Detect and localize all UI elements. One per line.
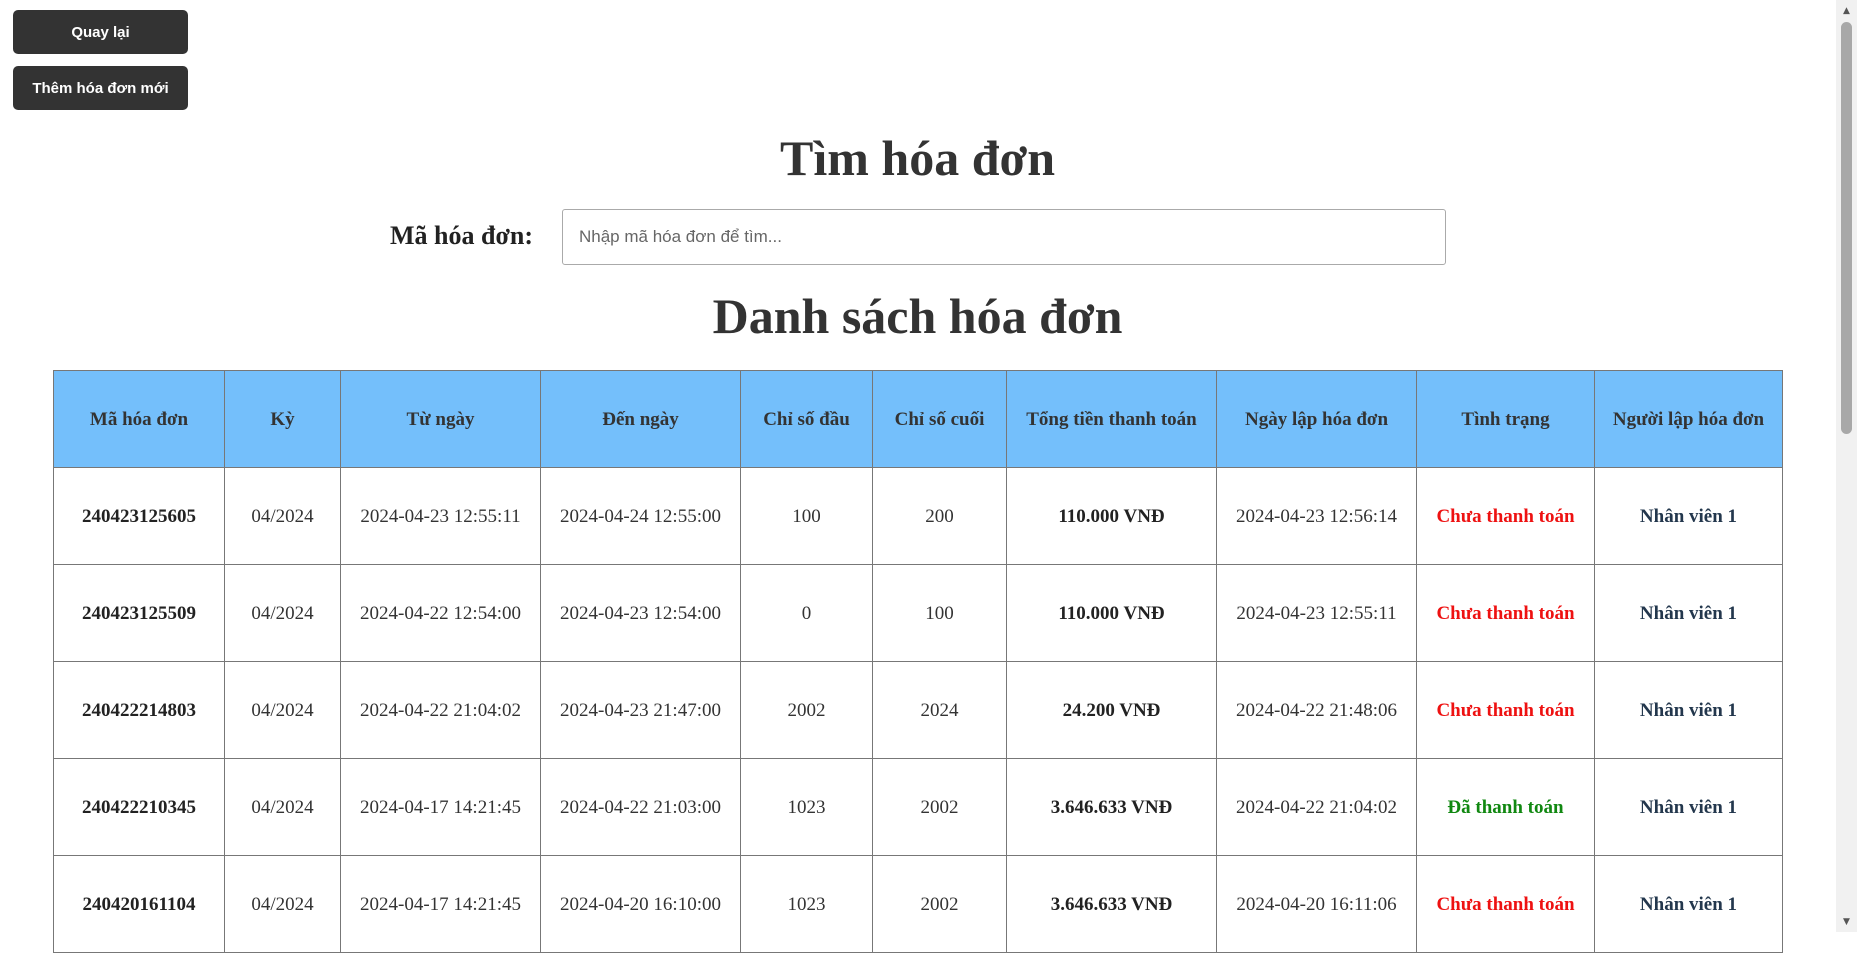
cell-start-reading: 1023 xyxy=(740,855,873,953)
cell-total: 3.646.633 VNĐ xyxy=(1006,855,1217,953)
col-header-status: Tình trạng xyxy=(1416,370,1595,468)
cell-creator: Nhân viên 1 xyxy=(1594,564,1783,662)
cell-period: 04/2024 xyxy=(224,855,341,953)
col-header-total: Tổng tiền thanh toán xyxy=(1006,370,1217,468)
cell-start-reading: 0 xyxy=(740,564,873,662)
invoice-table: Mã hóa đơn Kỳ Từ ngày Đến ngày Chỉ số đầ… xyxy=(53,370,1783,953)
cell-to-date: 2024-04-22 21:03:00 xyxy=(540,758,741,856)
cell-from-date: 2024-04-23 12:55:11 xyxy=(340,467,541,565)
invoice-list-title: Danh sách hóa đơn xyxy=(712,288,1123,344)
cell-start-reading: 2002 xyxy=(740,661,873,759)
cell-status: Chưa thanh toán xyxy=(1416,661,1595,759)
table-row[interactable]: 240420161104 04/2024 2024-04-17 14:21:45… xyxy=(53,855,1783,953)
cell-from-date: 2024-04-22 21:04:02 xyxy=(340,661,541,759)
cell-status: Chưa thanh toán xyxy=(1416,564,1595,662)
cell-created-date: 2024-04-22 21:04:02 xyxy=(1216,758,1417,856)
cell-creator: Nhân viên 1 xyxy=(1594,758,1783,856)
col-header-period: Kỳ xyxy=(224,370,341,468)
col-header-end-reading: Chỉ số cuối xyxy=(872,370,1007,468)
vertical-scrollbar[interactable]: ▲ ▼ xyxy=(1836,0,1857,932)
cell-end-reading: 2024 xyxy=(872,661,1007,759)
cell-created-date: 2024-04-22 21:48:06 xyxy=(1216,661,1417,759)
cell-to-date: 2024-04-24 12:55:00 xyxy=(540,467,741,565)
cell-invoice-id: 240422214803 xyxy=(53,661,225,759)
cell-created-date: 2024-04-23 12:55:11 xyxy=(1216,564,1417,662)
cell-invoice-id: 240423125509 xyxy=(53,564,225,662)
table-row[interactable]: 240423125509 04/2024 2024-04-22 12:54:00… xyxy=(53,564,1783,662)
cell-to-date: 2024-04-23 12:54:00 xyxy=(540,564,741,662)
table-row[interactable]: 240422210345 04/2024 2024-04-17 14:21:45… xyxy=(53,758,1783,856)
cell-from-date: 2024-04-17 14:21:45 xyxy=(340,758,541,856)
cell-total: 24.200 VNĐ xyxy=(1006,661,1217,759)
cell-period: 04/2024 xyxy=(224,564,341,662)
cell-invoice-id: 240423125605 xyxy=(53,467,225,565)
col-header-creator: Người lập hóa đơn xyxy=(1594,370,1783,468)
cell-end-reading: 2002 xyxy=(872,758,1007,856)
cell-creator: Nhân viên 1 xyxy=(1594,855,1783,953)
cell-total: 110.000 VNĐ xyxy=(1006,564,1217,662)
cell-end-reading: 200 xyxy=(872,467,1007,565)
table-header-row: Mã hóa đơn Kỳ Từ ngày Đến ngày Chỉ số đầ… xyxy=(53,370,1783,468)
cell-from-date: 2024-04-22 12:54:00 xyxy=(340,564,541,662)
cell-invoice-id: 240422210345 xyxy=(53,758,225,856)
cell-total: 110.000 VNĐ xyxy=(1006,467,1217,565)
col-header-from-date: Từ ngày xyxy=(340,370,541,468)
cell-creator: Nhân viên 1 xyxy=(1594,467,1783,565)
invoice-table-container: Mã hóa đơn Kỳ Từ ngày Đến ngày Chỉ số đầ… xyxy=(53,370,1783,953)
col-header-start-reading: Chỉ số đầu xyxy=(740,370,873,468)
add-invoice-button[interactable]: Thêm hóa đơn mới xyxy=(13,66,188,110)
cell-created-date: 2024-04-23 12:56:14 xyxy=(1216,467,1417,565)
search-input[interactable] xyxy=(562,209,1446,265)
cell-to-date: 2024-04-20 16:10:00 xyxy=(540,855,741,953)
scroll-down-arrow-icon[interactable]: ▼ xyxy=(1836,913,1857,930)
cell-invoice-id: 240420161104 xyxy=(53,855,225,953)
search-label: Mã hóa đơn: xyxy=(390,221,533,250)
col-header-invoice-id: Mã hóa đơn xyxy=(53,370,225,468)
col-header-to-date: Đến ngày xyxy=(540,370,741,468)
back-button[interactable]: Quay lại xyxy=(13,10,188,54)
cell-start-reading: 100 xyxy=(740,467,873,565)
cell-status: Chưa thanh toán xyxy=(1416,855,1595,953)
cell-created-date: 2024-04-20 16:11:06 xyxy=(1216,855,1417,953)
scrollbar-thumb[interactable] xyxy=(1841,22,1852,434)
cell-period: 04/2024 xyxy=(224,661,341,759)
cell-creator: Nhân viên 1 xyxy=(1594,661,1783,759)
cell-end-reading: 2002 xyxy=(872,855,1007,953)
table-row[interactable]: 240422214803 04/2024 2024-04-22 21:04:02… xyxy=(53,661,1783,759)
col-header-created-date: Ngày lập hóa đơn xyxy=(1216,370,1417,468)
cell-status: Đã thanh toán xyxy=(1416,758,1595,856)
cell-to-date: 2024-04-23 21:47:00 xyxy=(540,661,741,759)
cell-status: Chưa thanh toán xyxy=(1416,467,1595,565)
cell-start-reading: 1023 xyxy=(740,758,873,856)
cell-total: 3.646.633 VNĐ xyxy=(1006,758,1217,856)
scroll-up-arrow-icon[interactable]: ▲ xyxy=(1836,2,1857,19)
cell-period: 04/2024 xyxy=(224,467,341,565)
cell-period: 04/2024 xyxy=(224,758,341,856)
cell-from-date: 2024-04-17 14:21:45 xyxy=(340,855,541,953)
table-row[interactable]: 240423125605 04/2024 2024-04-23 12:55:11… xyxy=(53,467,1783,565)
cell-end-reading: 100 xyxy=(872,564,1007,662)
search-title: Tìm hóa đơn xyxy=(780,130,1055,186)
